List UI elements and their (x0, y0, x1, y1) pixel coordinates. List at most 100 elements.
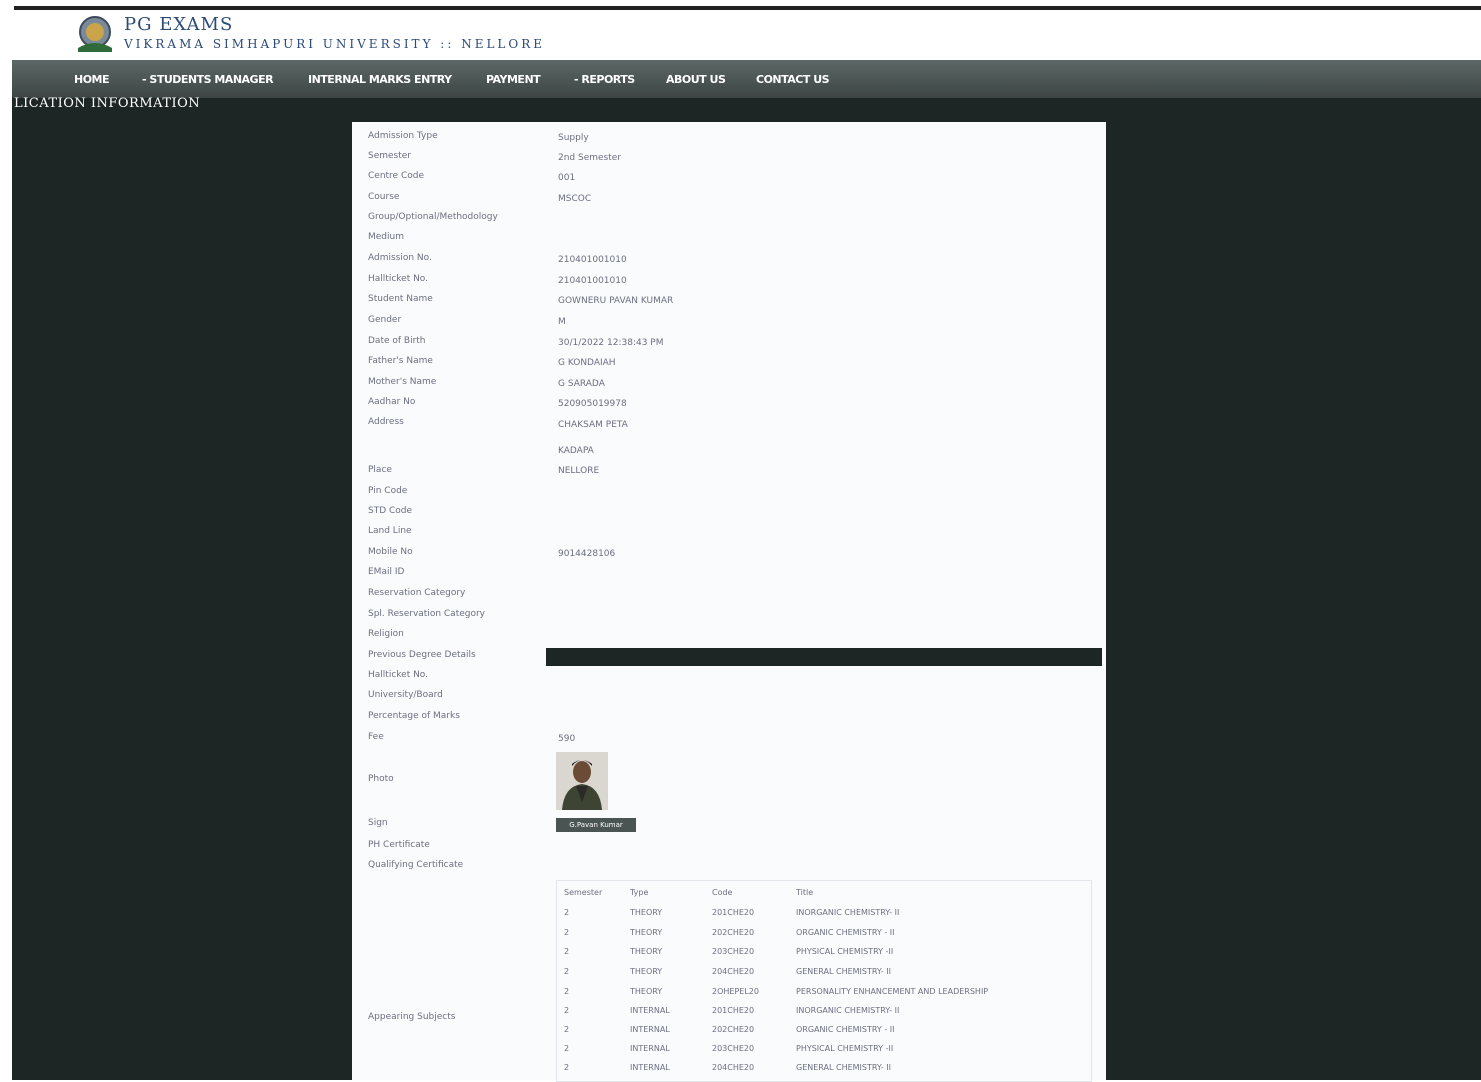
field-value: 210401001010 (558, 255, 627, 265)
subject-code: 202CHE20 (712, 1025, 755, 1034)
field-value: 590 (558, 734, 576, 744)
subjects-header-type: Type (630, 888, 649, 897)
field-value: CHAKSAM PETA (558, 420, 628, 430)
subject-title: INORGANIC CHEMISTRY- II (796, 908, 900, 917)
field-label: EMail ID (368, 567, 405, 577)
subject-title: PHYSICAL CHEMISTRY -II (796, 1044, 894, 1053)
field-label: Semester (368, 151, 412, 161)
field-label: Medium (368, 232, 404, 242)
subject-title: INORGANIC CHEMISTRY- II (796, 1006, 900, 1015)
subject-code: 201CHE20 (712, 1006, 755, 1015)
subject-semester: 2 (564, 967, 570, 976)
nav-home[interactable]: HOME (74, 73, 110, 86)
subject-code: 203CHE20 (712, 947, 755, 956)
field-value: NELLORE (558, 466, 600, 476)
subject-code: 204CHE20 (712, 967, 755, 976)
photo-label: Photo (368, 774, 394, 784)
top-border-line (14, 6, 1481, 10)
nav-about-us[interactable]: ABOUT US (666, 73, 726, 86)
subject-semester: 2 (564, 947, 570, 956)
subject-type: THEORY (630, 947, 663, 956)
site-brand: PG EXAMS VIKRAMA SIMHAPURI UNIVERSITY ::… (124, 14, 545, 51)
field-value: 520905019978 (558, 399, 627, 409)
student-photo-image (556, 752, 608, 810)
subject-semester: 2 (564, 908, 570, 917)
university-logo-icon (78, 16, 112, 52)
site-title: PG EXAMS (124, 14, 234, 35)
field-label: Previous Degree Details (368, 650, 476, 660)
field-label: University/Board (368, 690, 443, 700)
field-label: Hallticket No. (368, 274, 429, 284)
field-label: Mobile No (368, 547, 413, 557)
field-label: Mother's Name (368, 377, 437, 387)
student-photo[interactable] (556, 752, 608, 810)
field-label: Land Line (368, 526, 412, 536)
subjects-header-title: Title (796, 888, 814, 897)
field-label: Group/Optional/Methodology (368, 212, 498, 222)
field-value: KADAPA (558, 446, 594, 456)
field-label: Religion (368, 629, 404, 639)
subject-type: THEORY (630, 928, 663, 937)
nav-contact-us[interactable]: CONTACT US (756, 73, 830, 86)
field-value: 001 (558, 173, 576, 183)
field-value: G SARADA (558, 379, 605, 389)
subject-type: THEORY (630, 987, 663, 996)
field-value: Supply (558, 133, 589, 143)
subject-type: THEORY (630, 967, 663, 976)
section-title: LICATION INFORMATION (14, 96, 201, 111)
field-label: STD Code (368, 506, 413, 516)
subject-type: INTERNAL (630, 1063, 670, 1072)
field-label: Pin Code (368, 486, 408, 496)
field-label: Percentage of Marks (368, 711, 460, 721)
subject-code: 203CHE20 (712, 1044, 755, 1053)
field-label: Place (368, 465, 392, 475)
subject-title: PHYSICAL CHEMISTRY -II (796, 947, 894, 956)
site-subtitle: VIKRAMA SIMHAPURI UNIVERSITY :: NELLORE (124, 37, 546, 51)
nav-students-manager[interactable]: - STUDENTS MANAGER (142, 73, 274, 86)
ph-certificate-label: PH Certificate (368, 840, 430, 850)
subject-semester: 2 (564, 928, 570, 937)
field-label: Centre Code (368, 171, 424, 181)
subject-code: 204CHE20 (712, 1063, 755, 1072)
subject-semester: 2 (564, 1006, 570, 1015)
field-value: MSCOC (558, 194, 592, 204)
subjects-header-code: Code (712, 888, 733, 897)
nav-payment[interactable]: PAYMENT (486, 73, 541, 86)
field-value: 9014428106 (558, 549, 616, 559)
field-label: Reservation Category (368, 588, 466, 598)
subject-code: 201CHE20 (712, 908, 755, 917)
field-value: GOWNERU PAVAN KUMAR (558, 296, 674, 306)
subject-semester: 2 (564, 1044, 570, 1053)
appearing-subjects-label: Appearing Subjects (368, 1012, 456, 1022)
subject-code: 2OHEPEL20 (712, 987, 759, 996)
subject-semester: 2 (564, 1063, 570, 1072)
field-label: Hallticket No. (368, 670, 429, 680)
field-value: 30/1/2022 12:38:43 PM (558, 338, 664, 348)
sign-label: Sign (368, 818, 388, 828)
field-value: M (558, 317, 566, 327)
field-label: Student Name (368, 294, 433, 304)
redacted-bar (546, 648, 1102, 666)
field-label: Admission Type (368, 131, 438, 141)
subject-semester: 2 (564, 987, 570, 996)
field-label: Course (368, 192, 400, 202)
nav-internal-marks-entry[interactable]: INTERNAL MARKS ENTRY (308, 73, 452, 86)
subject-code: 202CHE20 (712, 928, 755, 937)
field-label: Spl. Reservation Category (368, 609, 486, 619)
field-value: 210401001010 (558, 276, 627, 286)
subjects-header-semester: Semester (564, 888, 603, 897)
nav-reports[interactable]: - REPORTS (574, 73, 635, 86)
qualifying-certificate-label: Qualifying Certificate (368, 860, 464, 870)
field-label: Aadhar No (368, 397, 416, 407)
field-label: Fee (368, 732, 384, 742)
subject-type: INTERNAL (630, 1025, 670, 1034)
subject-title: ORGANIC CHEMISTRY - II (796, 1025, 895, 1034)
student-signature[interactable]: G.Pavan Kumar (556, 818, 636, 832)
subject-title: GENERAL CHEMISTRY- II (796, 1063, 892, 1072)
field-label: Address (368, 417, 404, 427)
subject-title: GENERAL CHEMISTRY- II (796, 967, 892, 976)
field-value: 2nd Semester (558, 153, 622, 163)
subject-title: ORGANIC CHEMISTRY - II (796, 928, 895, 937)
field-label: Father's Name (368, 356, 433, 366)
subject-type: INTERNAL (630, 1006, 670, 1015)
